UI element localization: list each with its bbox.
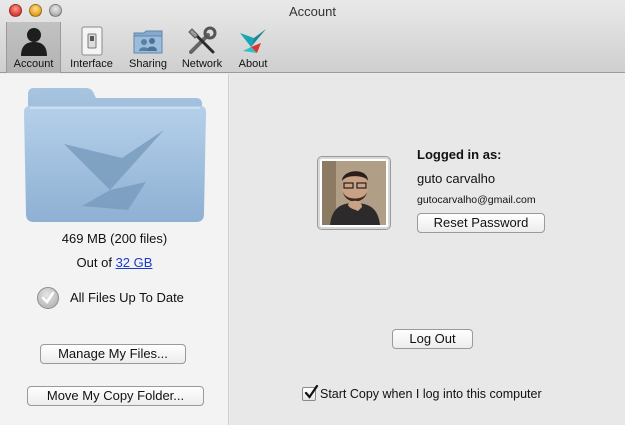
start-on-login-label: Start Copy when I log into this computer — [320, 387, 542, 401]
copy-folder-icon — [24, 88, 206, 222]
user-name: guto carvalho — [417, 171, 496, 186]
reset-password-button[interactable]: Reset Password — [417, 213, 545, 233]
storage-quota: Out of 32 GB — [0, 255, 229, 270]
tab-about-label: About — [238, 58, 268, 70]
storage-panel: 469 MB (200 files) Out of 32 GB All File… — [0, 74, 229, 425]
tab-interface[interactable]: Interface — [63, 22, 120, 73]
quota-link[interactable]: 32 GB — [116, 255, 153, 270]
move-folder-button[interactable]: Move My Copy Folder... — [27, 386, 204, 406]
log-out-button[interactable]: Log Out — [392, 329, 473, 349]
storage-usage: 469 MB (200 files) — [61, 231, 168, 246]
start-on-login-checkbox[interactable] — [302, 385, 319, 401]
tab-network[interactable]: Network — [176, 22, 228, 73]
about-icon — [240, 29, 266, 53]
avatar — [322, 161, 386, 225]
interface-icon — [81, 26, 102, 56]
quota-prefix: Out of — [76, 255, 116, 270]
tab-account[interactable]: Account — [6, 22, 61, 73]
manage-files-button[interactable]: Manage My Files... — [40, 344, 186, 364]
sharing-icon — [133, 30, 163, 54]
account-panel: Logged in as: guto carvalho gutocarvalho… — [230, 74, 625, 425]
toolbar: Account Account Interface Sharing Networ… — [0, 0, 625, 73]
tab-account-label: Account — [13, 58, 54, 70]
user-email: gutocarvalho@gmail.com — [417, 194, 536, 206]
network-icon — [188, 26, 217, 54]
tab-network-label: Network — [181, 58, 223, 70]
logged-in-heading: Logged in as: — [417, 147, 502, 162]
checkmark-icon — [304, 385, 319, 399]
tab-sharing-label: Sharing — [129, 58, 167, 70]
account-icon — [20, 28, 47, 56]
checkmark-icon — [37, 287, 59, 309]
tab-sharing[interactable]: Sharing — [122, 22, 174, 73]
tab-interface-label: Interface — [70, 58, 113, 70]
window-title: Account — [289, 4, 336, 19]
tab-about[interactable]: About — [230, 22, 276, 73]
sync-status-label: All Files Up To Date — [70, 290, 184, 305]
avatar-frame — [317, 156, 391, 230]
preferences-window: Account Account Interface Sharing Networ… — [0, 0, 625, 425]
